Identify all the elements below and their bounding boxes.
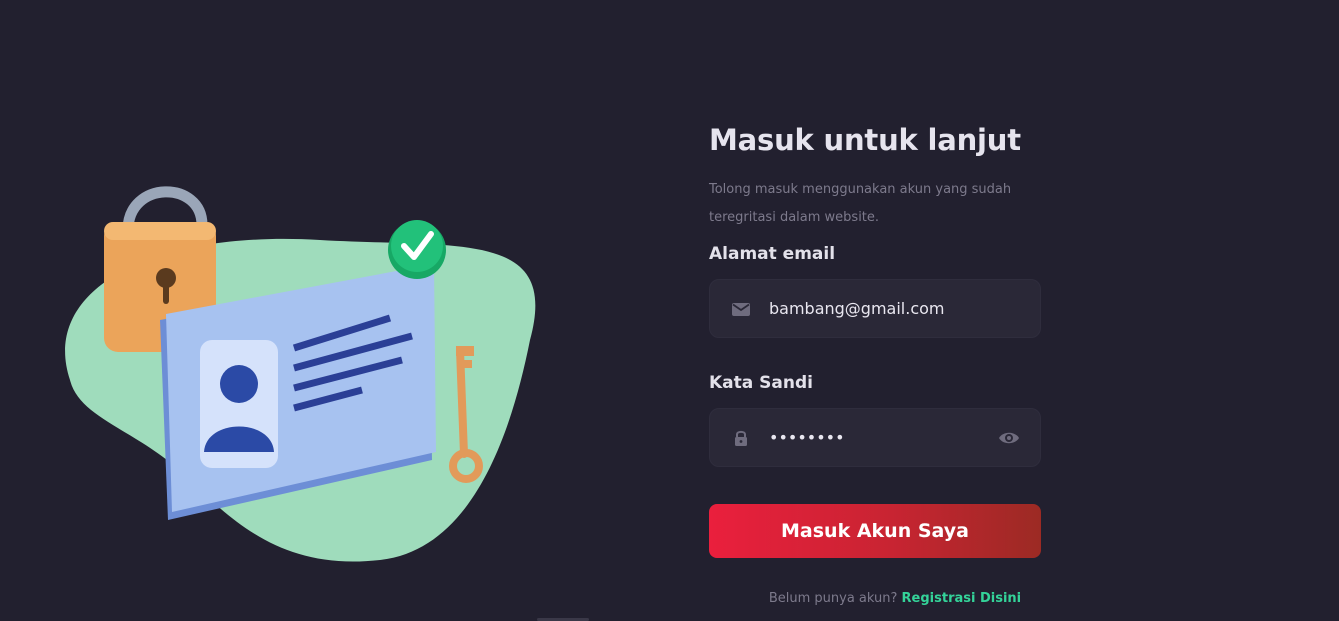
email-field-container	[709, 279, 1041, 338]
login-button[interactable]: Masuk Akun Saya	[709, 504, 1041, 558]
login-page: Masuk untuk lanjut Tolong masuk mengguna…	[0, 0, 1339, 621]
password-label: Kata Sandi	[709, 373, 813, 393]
mail-icon	[731, 299, 751, 319]
register-row: Belum punya akun? Registrasi Disini	[709, 591, 1041, 606]
lock-icon	[731, 428, 751, 448]
illustration-svg	[65, 186, 536, 562]
password-input[interactable]	[769, 409, 990, 466]
page-subtitle: Tolong masuk menggunakan akun yang sudah…	[709, 182, 1012, 225]
password-field-container	[709, 408, 1041, 467]
check-badge-icon	[388, 220, 446, 279]
email-label: Alamat email	[709, 244, 836, 264]
register-link[interactable]: Registrasi Disini	[902, 591, 1022, 606]
eye-icon[interactable]	[997, 426, 1021, 450]
login-form: Masuk untuk lanjut Tolong masuk mengguna…	[709, 118, 1041, 606]
email-input[interactable]	[769, 280, 990, 337]
register-prompt: Belum punya akun?	[768, 591, 898, 606]
page-title: Masuk untuk lanjut	[709, 123, 1021, 157]
login-illustration	[40, 170, 560, 590]
